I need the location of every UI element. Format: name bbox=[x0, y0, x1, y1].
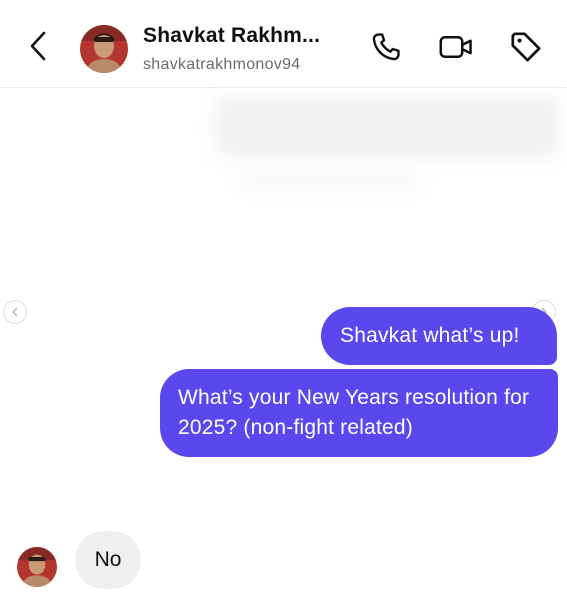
video-call-button[interactable] bbox=[438, 29, 474, 65]
tag-icon bbox=[511, 32, 541, 62]
video-camera-icon bbox=[439, 36, 472, 58]
incoming-message-bubble[interactable]: No bbox=[75, 531, 141, 589]
contact-name[interactable]: Shavkat Rakhm... bbox=[143, 24, 320, 48]
sender-avatar[interactable] bbox=[17, 547, 57, 587]
blurred-content bbox=[215, 96, 560, 158]
contact-username: shavkatrakhmonov94 bbox=[143, 56, 301, 73]
chevron-left-icon bbox=[12, 307, 18, 317]
blurred-content bbox=[240, 176, 420, 186]
voice-call-button[interactable] bbox=[368, 29, 404, 65]
contact-avatar[interactable] bbox=[80, 25, 128, 73]
chat-header: Shavkat Rakhm... shavkatrakhmonov94 bbox=[0, 0, 567, 88]
previous-arrow-button[interactable] bbox=[3, 300, 27, 324]
tag-button[interactable] bbox=[508, 29, 544, 65]
chevron-left-icon bbox=[30, 31, 46, 61]
outgoing-message-bubble[interactable]: What’s your New Years resolution for 202… bbox=[160, 369, 558, 457]
phone-icon bbox=[372, 33, 400, 61]
outgoing-message-bubble[interactable]: Shavkat what’s up! bbox=[321, 307, 557, 365]
back-button[interactable] bbox=[22, 28, 54, 64]
